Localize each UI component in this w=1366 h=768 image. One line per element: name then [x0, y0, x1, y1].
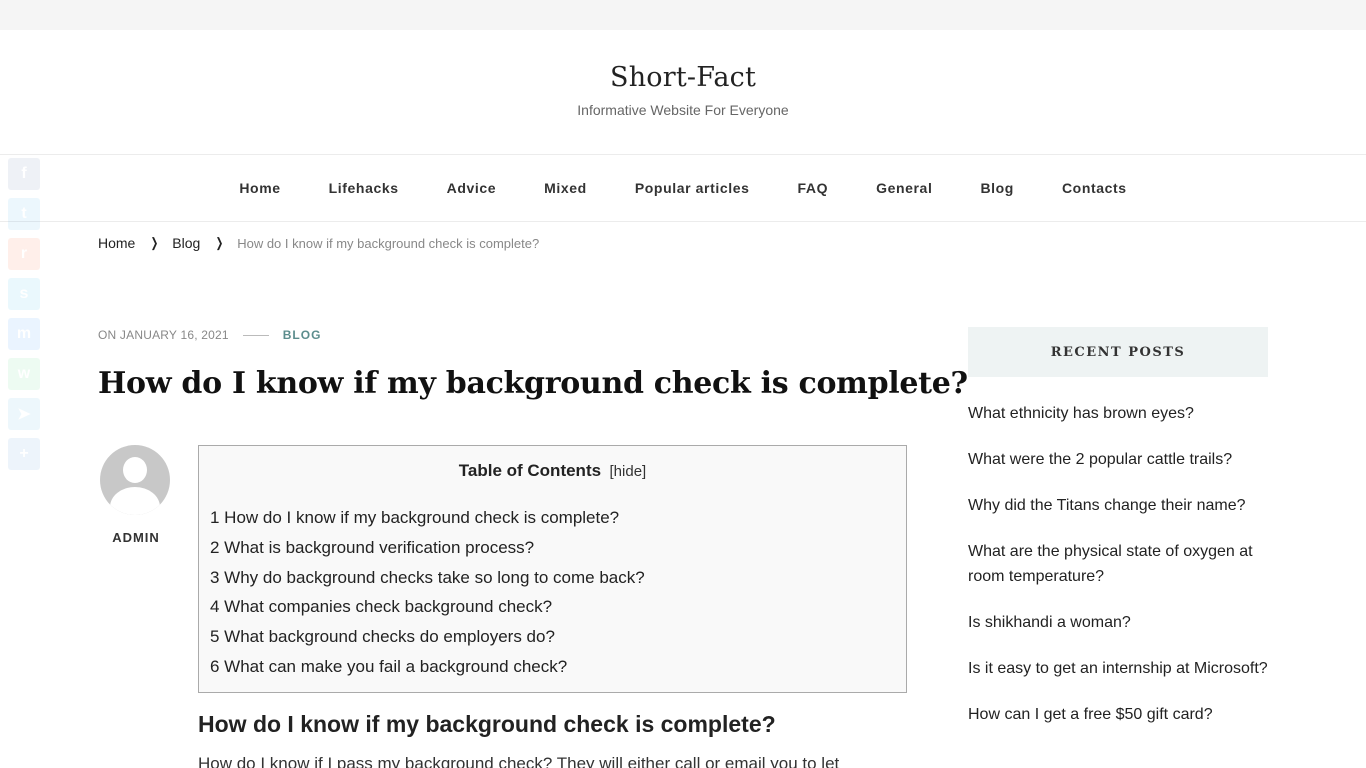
breadcrumb: Home ❯ Blog ❯ How do I know if my backgr…	[98, 235, 539, 251]
post-meta: ON JANUARY 16, 2021 BLOG	[98, 328, 321, 342]
telegram-icon[interactable]: ➤	[8, 398, 40, 430]
sidebar: RECENT POSTS What ethnicity has brown ey…	[968, 327, 1268, 748]
facebook-icon[interactable]: f	[8, 158, 40, 190]
avatar[interactable]	[100, 445, 170, 515]
table-of-contents: Table of Contents [hide] 1 How do I know…	[198, 445, 907, 693]
post-category[interactable]: BLOG	[283, 328, 322, 342]
recent-posts-list: What ethnicity has brown eyes? What were…	[968, 401, 1268, 727]
toc-link[interactable]: 2 What is background verification proces…	[210, 536, 645, 566]
social-share-bar: f t r s m w ➤ +	[8, 158, 40, 478]
recent-post-link[interactable]: What are the physical state of oxygen at…	[968, 539, 1268, 589]
post-title: How do I know if my background check is …	[98, 366, 968, 401]
nav-item-home[interactable]: Home	[239, 180, 280, 196]
toc-header: Table of Contents [hide]	[199, 461, 906, 481]
nav-item-advice[interactable]: Advice	[447, 180, 497, 196]
breadcrumb-home[interactable]: Home	[98, 235, 135, 251]
section-heading: How do I know if my background check is …	[198, 711, 776, 737]
nav-item-faq[interactable]: FAQ	[798, 180, 829, 196]
recent-post-link[interactable]: Why did the Titans change their name?	[968, 493, 1268, 518]
twitter-icon[interactable]: t	[8, 198, 40, 230]
skype-icon[interactable]: s	[8, 278, 40, 310]
site-header: Short-Fact Informative Website For Every…	[0, 30, 1366, 155]
recent-post-link[interactable]: Is shikhandi a woman?	[968, 610, 1268, 635]
recent-post-link[interactable]: What ethnicity has brown eyes?	[968, 401, 1268, 426]
recent-posts-title: RECENT POSTS	[968, 327, 1268, 377]
author-name[interactable]: ADMIN	[100, 530, 172, 545]
user-icon-head	[123, 457, 147, 483]
breadcrumb-blog[interactable]: Blog	[172, 235, 200, 251]
share-icon[interactable]: +	[8, 438, 40, 470]
toc-list: 1 How do I know if my background check i…	[210, 506, 645, 685]
nav-item-contacts[interactable]: Contacts	[1062, 180, 1127, 196]
chevron-right-icon: ❯	[150, 235, 159, 250]
recent-post-link[interactable]: Is it easy to get an internship at Micro…	[968, 656, 1268, 681]
nav-item-general[interactable]: General	[876, 180, 932, 196]
nav-item-mixed[interactable]: Mixed	[544, 180, 587, 196]
chevron-right-icon: ❯	[215, 235, 224, 250]
breadcrumb-current: How do I know if my background check is …	[237, 235, 540, 251]
toc-link[interactable]: 5 What background checks do employers do…	[210, 625, 645, 655]
user-icon-body	[110, 487, 160, 515]
toc-link[interactable]: 6 What can make you fail a background ch…	[210, 655, 645, 685]
toc-link[interactable]: 3 Why do background checks take so long …	[210, 566, 645, 596]
recent-post-link[interactable]: How can I get a free $50 gift card?	[968, 702, 1268, 727]
nav-item-popular-articles[interactable]: Popular articles	[635, 180, 750, 196]
nav-item-blog[interactable]: Blog	[980, 180, 1014, 196]
top-bar	[0, 0, 1366, 30]
recent-post-link[interactable]: What were the 2 popular cattle trails?	[968, 447, 1268, 472]
whatsapp-icon[interactable]: w	[8, 358, 40, 390]
main-nav: Home Lifehacks Advice Mixed Popular arti…	[0, 155, 1366, 222]
site-tagline: Informative Website For Everyone	[577, 102, 789, 118]
nav-item-lifehacks[interactable]: Lifehacks	[329, 180, 399, 196]
author-box: ADMIN	[100, 445, 172, 545]
site-title[interactable]: Short-Fact	[0, 62, 1366, 93]
toc-link[interactable]: 1 How do I know if my background check i…	[210, 506, 645, 536]
post-date: ON JANUARY 16, 2021	[98, 328, 229, 342]
meta-divider	[242, 334, 269, 336]
messenger-icon[interactable]: m	[8, 318, 40, 350]
toc-link[interactable]: 4 What companies check background check?	[210, 595, 645, 625]
post-body-text: How do I know if I pass my background ch…	[198, 754, 840, 768]
reddit-icon[interactable]: r	[8, 238, 40, 270]
toc-toggle-button[interactable]: [hide]	[610, 463, 647, 480]
toc-title: Table of Contents	[458, 461, 602, 480]
